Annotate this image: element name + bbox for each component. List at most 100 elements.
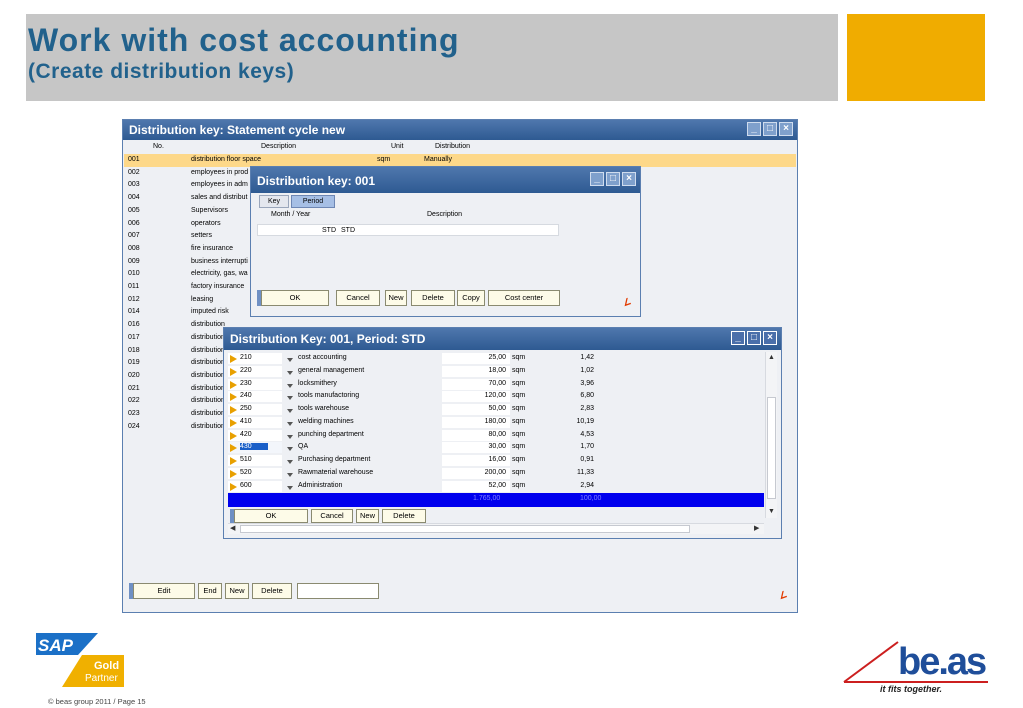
close-icon[interactable]: × bbox=[763, 331, 777, 345]
link-arrow-icon[interactable] bbox=[230, 444, 237, 453]
delete-button[interactable]: Delete bbox=[382, 509, 426, 523]
ok-button[interactable]: OK bbox=[261, 290, 329, 306]
maximize-icon[interactable]: □ bbox=[606, 172, 620, 186]
main-window-titlebar[interactable]: Distribution key: Statement cycle new _ … bbox=[123, 120, 797, 140]
scroll-right-icon[interactable]: ▶ bbox=[754, 524, 759, 532]
link-arrow-icon[interactable] bbox=[230, 380, 237, 389]
dk-window-titlebar[interactable]: Distribution key: 001 _ □ × bbox=[251, 167, 640, 193]
copy-button[interactable]: Copy bbox=[457, 290, 485, 306]
resize-grip-icon[interactable]: ∠ bbox=[777, 589, 788, 602]
horizontal-scrollbar[interactable]: ◀ ▶ bbox=[228, 523, 764, 534]
end-button[interactable]: End bbox=[198, 583, 222, 599]
link-arrow-icon[interactable] bbox=[230, 355, 237, 363]
cost-center-field[interactable]: 430 bbox=[228, 442, 282, 454]
tab-key[interactable]: Key bbox=[259, 195, 289, 208]
cost-center-button[interactable]: Cost center bbox=[488, 290, 560, 306]
quantity-field[interactable]: 70,00 bbox=[442, 378, 510, 390]
scroll-left-icon[interactable]: ◀ bbox=[230, 524, 235, 532]
scroll-up-icon[interactable]: ▲ bbox=[768, 354, 775, 361]
cost-center-field[interactable]: 230 bbox=[228, 378, 282, 390]
distribution-row[interactable]: 600 Administration 52,00 sqm 2,94 bbox=[228, 480, 764, 493]
quantity-field[interactable]: 52,00 bbox=[442, 480, 510, 492]
cost-center-field[interactable]: 600 bbox=[228, 480, 282, 492]
quantity-field[interactable]: 30,00 bbox=[442, 442, 510, 454]
link-arrow-icon[interactable] bbox=[230, 469, 237, 478]
scroll-down-icon[interactable]: ▼ bbox=[768, 508, 775, 515]
cost-center-field[interactable]: 210 bbox=[228, 353, 282, 364]
maximize-icon[interactable]: □ bbox=[747, 331, 761, 345]
quantity-field[interactable]: 200,00 bbox=[442, 467, 510, 479]
resize-grip-icon[interactable]: ∠ bbox=[621, 296, 632, 309]
minimize-icon[interactable]: _ bbox=[731, 331, 745, 345]
link-arrow-icon[interactable] bbox=[230, 393, 237, 402]
edit-button[interactable]: Edit bbox=[133, 583, 195, 599]
new-button[interactable]: New bbox=[356, 509, 379, 523]
link-arrow-icon[interactable] bbox=[230, 431, 237, 440]
delete-button[interactable]: Delete bbox=[252, 583, 292, 599]
minimize-icon[interactable]: _ bbox=[590, 172, 604, 186]
quantity-field[interactable]: 16,00 bbox=[442, 455, 510, 466]
distribution-row[interactable]: 220 general management 18,00 sqm 1,02 bbox=[228, 365, 764, 378]
new-button[interactable]: New bbox=[225, 583, 249, 599]
dist-window-titlebar[interactable]: Distribution Key: 001, Period: STD _ □ × bbox=[224, 328, 781, 350]
close-icon[interactable]: × bbox=[622, 172, 636, 186]
hscrollbar-thumb[interactable] bbox=[240, 525, 690, 533]
sap-logo-text: SAP bbox=[38, 636, 73, 655]
chevron-down-icon[interactable] bbox=[287, 472, 293, 477]
distribution-row[interactable]: 430 QA 30,00 sqm 1,70 bbox=[228, 441, 764, 454]
distribution-row[interactable]: 210 cost accounting 25,00 sqm 1,42 bbox=[228, 352, 764, 365]
cost-center-field[interactable]: 240 bbox=[228, 391, 282, 403]
cost-center-field[interactable]: 250 bbox=[228, 404, 282, 415]
link-arrow-icon[interactable] bbox=[230, 418, 237, 427]
quantity-field[interactable]: 25,00 bbox=[442, 353, 510, 364]
link-arrow-icon[interactable] bbox=[230, 457, 237, 465]
scrollbar-thumb[interactable] bbox=[767, 397, 776, 499]
distribution-row[interactable]: 230 locksmithery 70,00 sqm 3,96 bbox=[228, 378, 764, 391]
table-row[interactable]: 001 distribution floor space sqm Manually bbox=[124, 154, 796, 167]
chevron-down-icon[interactable] bbox=[287, 485, 293, 490]
ok-button[interactable]: OK bbox=[234, 509, 308, 523]
cancel-button[interactable]: Cancel bbox=[336, 290, 380, 306]
distribution-row[interactable]: 240 tools manufactoring 120,00 sqm 6,80 bbox=[228, 390, 764, 403]
chevron-down-icon[interactable] bbox=[287, 383, 293, 388]
search-input[interactable] bbox=[297, 583, 379, 599]
chevron-down-icon[interactable] bbox=[287, 358, 293, 362]
period-row[interactable]: STD STD bbox=[257, 224, 559, 236]
maximize-icon[interactable]: □ bbox=[763, 122, 777, 136]
chevron-down-icon[interactable] bbox=[287, 409, 293, 413]
vertical-scrollbar[interactable]: ▲ ▼ bbox=[765, 352, 777, 518]
chevron-down-icon[interactable] bbox=[287, 460, 293, 464]
distribution-row[interactable]: 410 welding machines 180,00 sqm 10,19 bbox=[228, 416, 764, 429]
distribution-row[interactable]: 510 Purchasing department 16,00 sqm 0,91 bbox=[228, 454, 764, 467]
cost-center-field[interactable]: 520 bbox=[228, 467, 282, 479]
minimize-icon[interactable]: _ bbox=[747, 122, 761, 136]
new-button[interactable]: New bbox=[385, 290, 407, 306]
quantity-field[interactable]: 50,00 bbox=[442, 404, 510, 415]
cost-center-field[interactable]: 510 bbox=[228, 455, 282, 466]
cost-center-code: 520 bbox=[240, 468, 252, 476]
quantity-field[interactable]: 80,00 bbox=[442, 429, 510, 441]
link-arrow-icon[interactable] bbox=[230, 482, 237, 491]
quantity-field[interactable]: 18,00 bbox=[442, 365, 510, 377]
distribution-row[interactable]: 420 punching department 80,00 sqm 4,53 bbox=[228, 429, 764, 442]
cost-center-field[interactable]: 220 bbox=[228, 365, 282, 377]
percent-value: 1,42 bbox=[580, 354, 594, 361]
chevron-down-icon[interactable] bbox=[287, 447, 293, 452]
quantity-field[interactable]: 120,00 bbox=[442, 391, 510, 403]
cost-center-field[interactable]: 420 bbox=[228, 429, 282, 441]
close-icon[interactable]: × bbox=[779, 122, 793, 136]
chevron-down-icon[interactable] bbox=[287, 396, 293, 401]
link-arrow-icon[interactable] bbox=[230, 367, 237, 376]
row-number: 017 bbox=[128, 333, 140, 341]
cost-center-field[interactable]: 410 bbox=[228, 416, 282, 428]
tab-period[interactable]: Period bbox=[291, 195, 335, 208]
delete-button[interactable]: Delete bbox=[411, 290, 455, 306]
link-arrow-icon[interactable] bbox=[230, 406, 237, 414]
chevron-down-icon[interactable] bbox=[287, 434, 293, 439]
chevron-down-icon[interactable] bbox=[287, 370, 293, 375]
quantity-field[interactable]: 180,00 bbox=[442, 416, 510, 428]
distribution-row[interactable]: 250 tools warehouse 50,00 sqm 2,83 bbox=[228, 403, 764, 416]
distribution-row[interactable]: 520 Rawmaterial warehouse 200,00 sqm 11,33 bbox=[228, 467, 764, 480]
cancel-button[interactable]: Cancel bbox=[311, 509, 353, 523]
chevron-down-icon[interactable] bbox=[287, 421, 293, 426]
